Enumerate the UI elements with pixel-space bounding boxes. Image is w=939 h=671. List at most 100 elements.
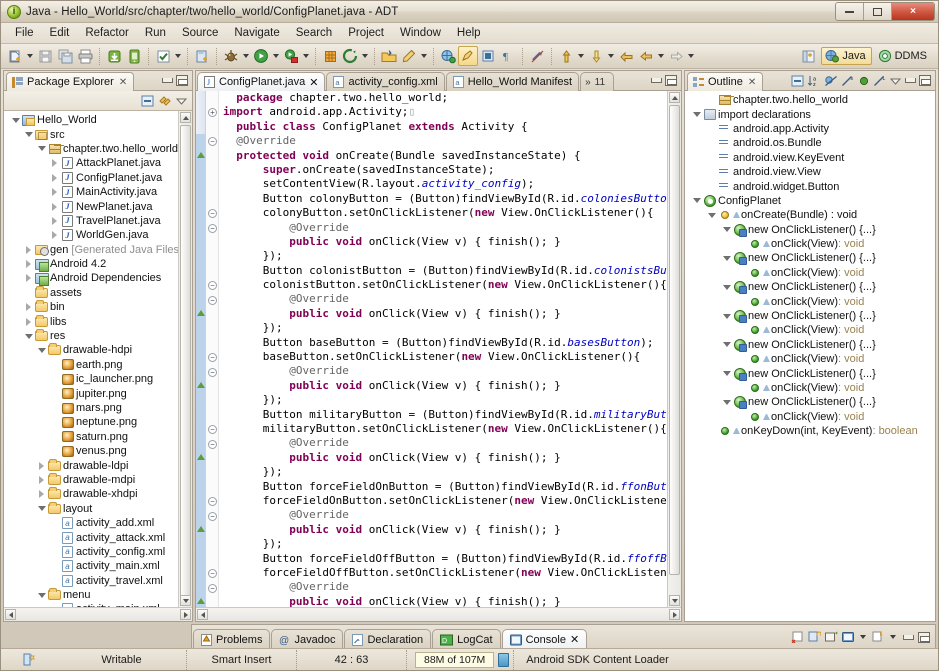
code-line[interactable]: public void onClick(View v) { finish(); … bbox=[221, 235, 667, 249]
last-edit-location-icon[interactable] bbox=[616, 46, 636, 66]
scroll-down-button[interactable] bbox=[669, 595, 680, 606]
lock-scroll-icon[interactable] bbox=[808, 631, 821, 643]
debug-icon[interactable] bbox=[221, 46, 241, 66]
expand-arrow-open-icon[interactable] bbox=[721, 227, 732, 232]
expand-arrow-closed-icon[interactable] bbox=[49, 174, 60, 182]
fold-collapse-icon[interactable]: − bbox=[208, 295, 217, 305]
tab-package-explorer[interactable]: Package Explorer ✕ bbox=[6, 72, 135, 91]
outline-item[interactable]: new OnClickListener() {...} bbox=[685, 223, 935, 237]
fold-expand-icon[interactable]: + bbox=[208, 108, 217, 118]
outline-item[interactable]: android.view.View bbox=[685, 165, 935, 179]
open-type-icon[interactable] bbox=[379, 46, 399, 66]
menu-navigate[interactable]: Navigate bbox=[226, 25, 287, 41]
quick-assist-marker-icon[interactable] bbox=[197, 382, 205, 388]
previous-annotation-icon[interactable] bbox=[556, 46, 576, 66]
package-explorer-vscrollbar[interactable] bbox=[178, 111, 192, 607]
code-line[interactable]: public void onClick(View v) { finish(); … bbox=[221, 451, 667, 465]
outline-item[interactable]: new OnClickListener() {...} bbox=[685, 366, 935, 381]
fold-collapse-icon[interactable]: − bbox=[208, 281, 217, 291]
expand-arrow-open-icon[interactable] bbox=[36, 348, 47, 353]
outline-item[interactable]: new OnClickListener() {...} bbox=[685, 395, 935, 410]
expand-arrow-closed-icon[interactable] bbox=[23, 260, 34, 268]
tree-item[interactable]: aactivity_main.xml bbox=[4, 559, 192, 573]
expand-arrow-closed-icon[interactable] bbox=[49, 159, 60, 167]
sort-alphabetically-icon[interactable]: az bbox=[807, 75, 821, 87]
outline-item[interactable]: android.os.Bundle bbox=[685, 136, 935, 150]
quick-assist-marker-icon[interactable] bbox=[197, 151, 205, 158]
outline-item[interactable]: onClick(View) : void bbox=[685, 381, 935, 395]
menu-run[interactable]: Run bbox=[137, 25, 174, 41]
code-line[interactable]: public void onClick(View v) { finish(); … bbox=[221, 307, 667, 321]
run-dropdown-arrow[interactable] bbox=[271, 46, 281, 66]
expand-arrow-closed-icon[interactable] bbox=[23, 246, 34, 254]
scroll-thumb[interactable] bbox=[180, 125, 191, 605]
outline-item[interactable]: onCreate(Bundle) : void bbox=[685, 208, 935, 222]
open-perspective-icon[interactable] bbox=[798, 46, 818, 66]
code-line[interactable]: @Override bbox=[221, 364, 667, 378]
maximize-icon[interactable] bbox=[665, 75, 677, 86]
clear-console-icon[interactable] bbox=[791, 631, 804, 643]
menu-project[interactable]: Project bbox=[340, 25, 392, 41]
fold-collapse-icon[interactable]: − bbox=[208, 353, 217, 363]
code-line[interactable]: }); bbox=[221, 537, 667, 551]
tree-item[interactable]: J MainActivity.java bbox=[4, 185, 192, 199]
code-line[interactable]: Button colonistButton = (Button)findView… bbox=[221, 264, 667, 278]
view-menu-icon[interactable] bbox=[890, 76, 901, 86]
fold-collapse-icon[interactable]: − bbox=[208, 569, 217, 579]
outline-item[interactable]: new OnClickListener() {...} bbox=[685, 251, 935, 266]
expand-arrow-closed-icon[interactable] bbox=[36, 462, 47, 470]
tree-item[interactable]: menu bbox=[4, 588, 192, 602]
code-line[interactable]: Button colonyButton = (Button)findViewBy… bbox=[221, 192, 667, 206]
open-console-dropdown-arrow[interactable] bbox=[858, 631, 868, 643]
code-line[interactable]: forceFieldOnButton.setOnClickListener(ne… bbox=[221, 494, 667, 508]
show-source-quick-icon[interactable] bbox=[478, 46, 498, 66]
menu-edit[interactable]: Edit bbox=[42, 25, 78, 41]
new-android-project-icon[interactable] bbox=[192, 46, 212, 66]
outline-item[interactable]: onClick(View) : void bbox=[685, 294, 935, 308]
minimize-button[interactable] bbox=[836, 3, 864, 20]
package-explorer-hscrollbar[interactable] bbox=[4, 607, 192, 621]
minimize-icon[interactable] bbox=[902, 632, 914, 643]
forward-dropdown-arrow[interactable] bbox=[686, 46, 696, 66]
tree-item[interactable]: venus.png bbox=[4, 444, 192, 458]
pin-console-dropdown-arrow[interactable] bbox=[888, 631, 898, 643]
collapse-all-icon[interactable] bbox=[791, 75, 804, 87]
collapse-all-icon[interactable] bbox=[141, 95, 154, 107]
menu-window[interactable]: Window bbox=[392, 25, 449, 41]
tree-item[interactable]: libs bbox=[4, 314, 192, 328]
fold-collapse-icon[interactable]: − bbox=[208, 439, 217, 449]
code-editor[interactable]: +−−−−−−−−−−−−−−−+ package chapter.two.he… bbox=[196, 91, 681, 607]
tree-item[interactable]: drawable-xhdpi bbox=[4, 487, 192, 501]
skip-breakpoints-icon[interactable] bbox=[527, 46, 547, 66]
expand-arrow-open-icon[interactable] bbox=[721, 371, 732, 376]
menu-refactor[interactable]: Refactor bbox=[77, 25, 136, 41]
tab-javadoc[interactable]: @ Javadoc bbox=[271, 629, 344, 649]
outline-item[interactable]: new OnClickListener() {...} bbox=[685, 338, 935, 352]
tree-item[interactable]: gen [Generated Java Files] bbox=[4, 243, 192, 257]
code-line[interactable]: @Override bbox=[221, 292, 667, 306]
print-icon[interactable] bbox=[75, 46, 95, 66]
scroll-right-button[interactable] bbox=[669, 609, 680, 620]
code-line[interactable]: Button forceFieldOnButton = (Button)find… bbox=[221, 480, 667, 494]
package-explorer-tree[interactable]: Hello_World src chapter.two.hello_world J At… bbox=[4, 111, 192, 607]
expand-arrow-closed-icon[interactable] bbox=[36, 490, 47, 498]
fold-collapse-icon[interactable]: − bbox=[208, 137, 217, 147]
outline-item[interactable]: new OnClickListener() {...} bbox=[685, 280, 935, 295]
expand-arrow-closed-icon[interactable] bbox=[36, 476, 47, 484]
expand-arrow-closed-icon[interactable] bbox=[49, 203, 60, 211]
overview-ruler-left[interactable] bbox=[196, 91, 206, 607]
maximize-icon[interactable] bbox=[918, 631, 930, 643]
code-line[interactable]: }); bbox=[221, 465, 667, 479]
hide-local-types-icon[interactable]: L bbox=[873, 75, 887, 87]
outline-item[interactable]: ConfigPlanet bbox=[685, 194, 935, 208]
tree-item[interactable]: neptune.png bbox=[4, 415, 192, 429]
editor-hscrollbar[interactable] bbox=[196, 607, 681, 621]
tree-item[interactable]: chapter.two.hello_world bbox=[4, 142, 192, 156]
code-line[interactable]: @Override bbox=[221, 221, 667, 235]
expand-arrow-closed-icon[interactable] bbox=[49, 188, 60, 196]
menu-file[interactable]: File bbox=[7, 25, 42, 41]
coverage-dropdown-arrow[interactable] bbox=[360, 46, 370, 66]
expand-arrow-open-icon[interactable] bbox=[36, 146, 47, 151]
coverage-icon[interactable] bbox=[340, 46, 360, 66]
code-line[interactable]: Button militaryButton = (Button)findView… bbox=[221, 408, 667, 422]
